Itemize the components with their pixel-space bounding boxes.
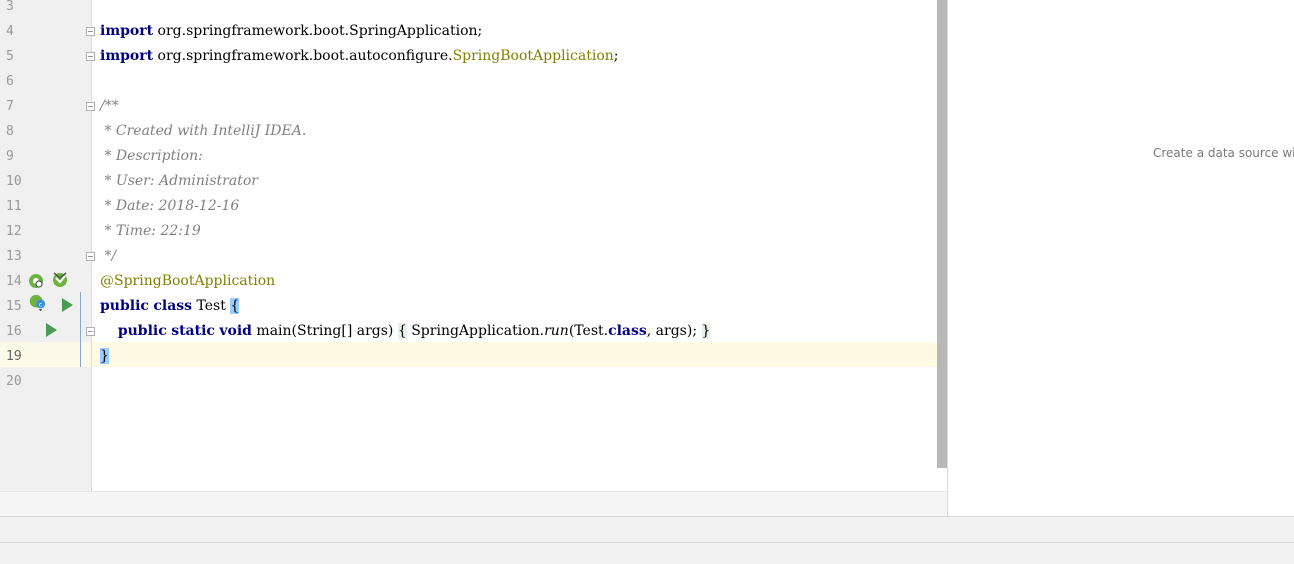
line-number: 4	[6, 24, 14, 39]
folded-brace[interactable]: {	[397, 323, 407, 339]
line-number: 16	[6, 324, 22, 339]
keyword: class	[608, 323, 647, 339]
folded-brace[interactable]: }	[701, 323, 711, 339]
line-number: 10	[6, 174, 22, 189]
matched-brace: }	[100, 348, 109, 364]
comment-line[interactable]: */	[100, 244, 116, 269]
code-text: org.springframework.boot.SpringApplicati…	[153, 23, 483, 39]
run-icon[interactable]	[58, 296, 76, 314]
code-line[interactable]: public static void main(String[] args) {…	[100, 319, 711, 344]
database-panel: Create a data source wit	[947, 0, 1294, 516]
comment-line[interactable]: * Date: 2018-12-16	[100, 194, 239, 219]
line-number: 3	[6, 0, 14, 14]
run-icon[interactable]	[42, 321, 60, 339]
line-number: 19	[6, 349, 22, 364]
line-number: 11	[6, 199, 22, 214]
line-number: 12	[6, 224, 22, 239]
line-number: 13	[6, 249, 22, 264]
line-number: 20	[6, 374, 22, 389]
fold-marker-icon[interactable]	[86, 27, 95, 36]
fold-guide-line	[80, 292, 81, 367]
empty-panel-hint[interactable]: Create a data source wit	[1153, 146, 1294, 160]
code-text: org.springframework.boot.autoconfigure.	[153, 48, 453, 64]
keyword: public	[100, 298, 149, 314]
current-line-highlight	[92, 342, 947, 367]
code-line[interactable]: }	[100, 344, 109, 369]
svg-text:c: c	[39, 302, 43, 309]
code-line[interactable]: public class Test {	[100, 294, 240, 319]
comment-line[interactable]: * Description:	[100, 144, 202, 169]
code-text: SpringApplication.	[406, 323, 545, 339]
vertical-scrollbar[interactable]	[937, 0, 947, 468]
unresolved-reference: SpringBootApplication	[452, 48, 614, 64]
fold-marker-icon[interactable]	[86, 327, 95, 336]
implemented-icon[interactable]	[51, 270, 69, 288]
line-number: 8	[6, 124, 14, 139]
line-number: 5	[6, 49, 14, 64]
fold-marker-icon[interactable]	[86, 102, 95, 111]
keyword: import	[100, 23, 154, 39]
static-method: run	[544, 323, 569, 339]
fold-marker-icon[interactable]	[86, 252, 95, 261]
keyword: class	[153, 298, 193, 314]
code-editor[interactable]: 3 4 5 6 7 8 9 10 11 12 13 14 15 16 19 20…	[0, 0, 947, 491]
comment-line[interactable]: * Time: 22:19	[100, 219, 200, 244]
code-text: ;	[613, 48, 619, 64]
line-number: 9	[6, 149, 14, 164]
annotation-line[interactable]: @SpringBootApplication	[100, 269, 275, 294]
line-number: 7	[6, 99, 14, 114]
keyword: static	[171, 323, 215, 339]
method-signature: main(String[] args)	[251, 323, 398, 339]
status-bar	[0, 542, 1294, 564]
keyword: public	[117, 323, 167, 339]
code-line[interactable]: import org.springframework.boot.SpringAp…	[100, 19, 482, 44]
spring-bean-icon[interactable]: c	[28, 294, 46, 312]
class-name: Test	[192, 298, 231, 314]
fold-marker-icon[interactable]	[86, 52, 95, 61]
comment-line[interactable]: * User: Administrator	[100, 169, 258, 194]
code-text: , args);	[646, 323, 702, 339]
line-number: 6	[6, 74, 14, 89]
keyword: import	[100, 48, 154, 64]
code-line[interactable]: import org.springframework.boot.autoconf…	[100, 44, 618, 69]
tool-window-bar	[0, 516, 1294, 543]
spring-bean-icon[interactable]	[27, 272, 45, 290]
horizontal-scrollbar-track[interactable]	[0, 491, 947, 517]
matched-brace: {	[230, 298, 240, 314]
comment-line[interactable]: /**	[100, 94, 119, 119]
keyword: void	[219, 323, 252, 339]
code-text: (Test.	[568, 323, 609, 339]
comment-line[interactable]: * Created with IntelliJ IDEA.	[100, 119, 306, 144]
